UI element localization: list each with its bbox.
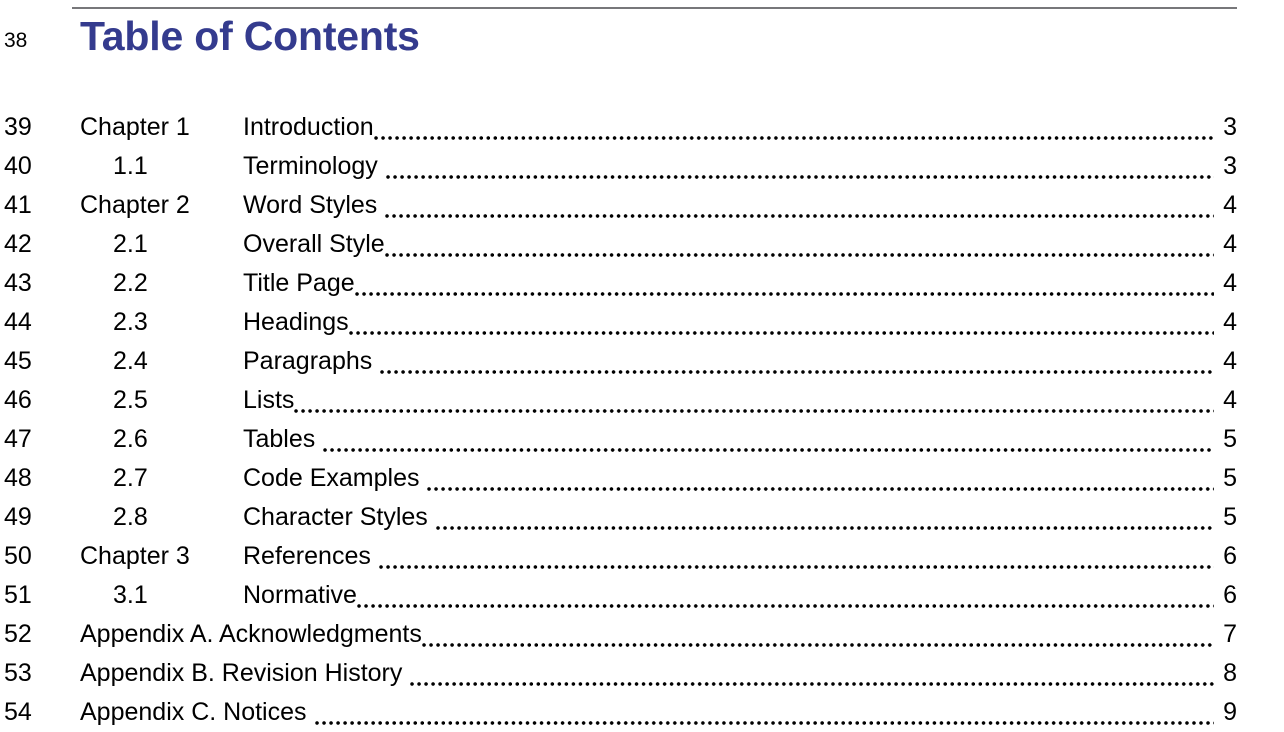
toc-entry[interactable]: Appendix C. Notices 9	[80, 693, 1237, 732]
line-number: 43	[4, 269, 32, 297]
toc-dot-leader	[385, 160, 1214, 185]
toc-entry[interactable]: Appendix A. Acknowledgments 7	[80, 615, 1237, 654]
toc-entry-number: 2.2	[113, 269, 148, 297]
line-number: 50	[4, 542, 32, 570]
line-number: 49	[4, 503, 32, 531]
toc-entry-title: Word Styles	[243, 191, 378, 219]
toc-entry-title: Character Styles	[243, 503, 428, 531]
toc-entry-page-number: 5	[1223, 464, 1237, 492]
toc-dot-leader	[427, 472, 1214, 497]
toc-entry-title: Appendix B. Revision History	[80, 659, 403, 687]
toc-entry-number: Chapter 1	[80, 113, 190, 141]
line-number: 52	[4, 620, 32, 648]
line-number: 44	[4, 308, 32, 336]
toc-entry[interactable]: 2.2 Title Page 4	[80, 264, 1237, 303]
toc-entry[interactable]: 1.1 Terminology 3	[80, 147, 1237, 186]
document-page: Table of Contents 38 39 40 41 42 43 44 45 46 47 48…	[0, 0, 1284, 726]
toc-entry-page-number: 4	[1223, 386, 1237, 414]
toc-entry-page-number: 4	[1223, 308, 1237, 336]
toc-entry-page-number: 5	[1223, 425, 1237, 453]
toc-entry-number: 2.4	[113, 347, 148, 375]
toc-dot-leader	[314, 706, 1214, 731]
line-number: 45	[4, 347, 32, 375]
line-number: 48	[4, 464, 32, 492]
line-number: 46	[4, 386, 32, 414]
line-number: 47	[4, 425, 32, 453]
toc-entry-page-number: 8	[1223, 659, 1237, 687]
toc-entry[interactable]: 2.7 Code Examples 5	[80, 459, 1237, 498]
toc-entry-page-number: 5	[1223, 503, 1237, 531]
toc-entry[interactable]: 2.4 Paragraphs 4	[80, 342, 1237, 381]
toc-entry-title: Terminology	[243, 152, 378, 180]
toc-entry[interactable]: Chapter 1 Introduction 3	[80, 108, 1237, 147]
toc-entry-title: Appendix A. Acknowledgments	[80, 620, 422, 648]
toc-dot-leader	[384, 238, 1214, 263]
line-number: 53	[4, 659, 32, 687]
toc-entry-page-number: 3	[1223, 113, 1237, 141]
toc-entry-page-number: 4	[1223, 230, 1237, 258]
toc-entry[interactable]: Chapter 3 References 6	[80, 537, 1237, 576]
toc-entry-number: Chapter 2	[80, 191, 190, 219]
toc-entry[interactable]: 2.8 Character Styles 5	[80, 498, 1237, 537]
toc-entry-page-number: 6	[1223, 542, 1237, 570]
page-title: Table of Contents	[80, 13, 420, 59]
toc-entry-page-number: 4	[1223, 347, 1237, 375]
toc-entry-number: 2.7	[113, 464, 148, 492]
toc-entry-title: Tables	[243, 425, 316, 453]
toc-entry[interactable]: 2.6 Tables 5	[80, 420, 1237, 459]
toc-entry-page-number: 3	[1223, 152, 1237, 180]
toc-entry[interactable]: Appendix B. Revision History 8	[80, 654, 1237, 693]
toc-entry-title: Overall Style	[243, 230, 385, 258]
line-number-gutter: 38 39 40 41 42 43 44 45 46 47 48 49 50 51 52 53 54	[0, 0, 72, 725]
toc-entry-number: 2.1	[113, 230, 148, 258]
toc-dot-leader	[380, 355, 1214, 380]
line-number: 51	[4, 581, 32, 609]
line-number: 41	[4, 191, 32, 219]
toc-dot-leader	[378, 550, 1214, 575]
toc-entry[interactable]: 2.1 Overall Style 4	[80, 225, 1237, 264]
toc-entry-page-number: 9	[1223, 698, 1237, 726]
toc-dot-leader	[356, 589, 1214, 614]
toc-entry[interactable]: 2.5 Lists 4	[80, 381, 1237, 420]
toc-entry-number: 2.6	[113, 425, 148, 453]
toc-dot-leader	[373, 121, 1214, 146]
line-number: 54	[4, 698, 32, 726]
toc-entry-title: References	[243, 542, 371, 570]
line-number: 40	[4, 152, 32, 180]
line-number: 38	[4, 29, 28, 52]
toc-entry[interactable]: Chapter 2 Word Styles 4	[80, 186, 1237, 225]
toc-entry-title: Code Examples	[243, 464, 420, 492]
toc-entry-page-number: 7	[1223, 620, 1237, 648]
toc-entry-title: Introduction	[243, 113, 374, 141]
toc-entry-number: 2.5	[113, 386, 148, 414]
line-number: 39	[4, 113, 32, 141]
toc-dot-leader	[421, 628, 1214, 653]
toc-dot-leader	[385, 199, 1214, 224]
toc-entry[interactable]: 2.3 Headings 4	[80, 303, 1237, 342]
toc-dot-leader	[294, 394, 1214, 419]
toc-dot-leader	[323, 433, 1214, 458]
toc-entry-title: Paragraphs	[243, 347, 373, 375]
toc-entry-title: Lists	[243, 386, 295, 414]
toc-entry-title: Title Page	[243, 269, 355, 297]
toc-entry[interactable]: 3.1 Normative 6	[80, 576, 1237, 615]
toc-entry-number: 1.1	[113, 152, 148, 180]
line-number: 42	[4, 230, 32, 258]
header-rule	[72, 7, 1237, 9]
toc-entry-title: Headings	[243, 308, 349, 336]
toc-dot-leader	[410, 667, 1214, 692]
toc-entry-number: Chapter 3	[80, 542, 190, 570]
toc-dot-leader	[354, 277, 1214, 302]
toc-entry-title: Appendix C. Notices	[80, 698, 307, 726]
toc-entry-number: 2.8	[113, 503, 148, 531]
toc-entry-number: 3.1	[113, 581, 148, 609]
toc-entry-number: 2.3	[113, 308, 148, 336]
toc-dot-leader	[435, 511, 1214, 536]
toc-entry-page-number: 4	[1223, 269, 1237, 297]
toc-dot-leader	[348, 316, 1214, 341]
toc-entry-title: Normative	[243, 581, 357, 609]
toc-entry-page-number: 6	[1223, 581, 1237, 609]
toc-entry-page-number: 4	[1223, 191, 1237, 219]
